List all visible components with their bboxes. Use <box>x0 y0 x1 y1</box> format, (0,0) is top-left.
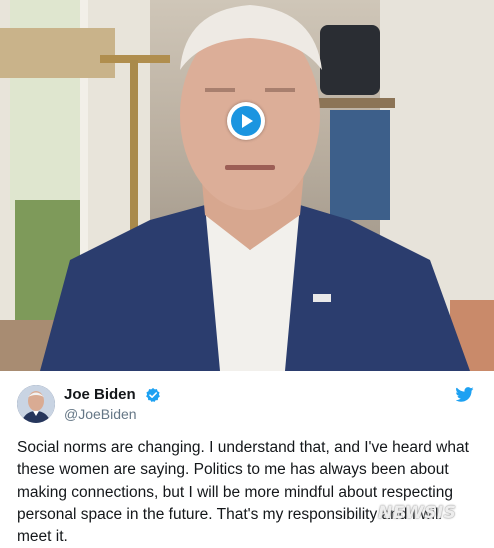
video-player[interactable] <box>0 0 494 371</box>
video-frame <box>0 0 494 371</box>
verified-badge-icon <box>145 387 161 403</box>
watermark: NEWSIS <box>378 503 457 523</box>
avatar[interactable] <box>17 385 55 423</box>
avatar-image <box>17 385 55 423</box>
twitter-bird-icon[interactable] <box>455 387 474 402</box>
user-handle[interactable]: @JoeBiden <box>64 406 137 422</box>
play-button-circle <box>231 106 261 136</box>
tweet-text: Social norms are changing. I understand … <box>17 439 469 546</box>
display-name[interactable]: Joe Biden <box>64 386 136 403</box>
play-triangle <box>242 114 253 128</box>
play-icon[interactable] <box>227 102 265 140</box>
